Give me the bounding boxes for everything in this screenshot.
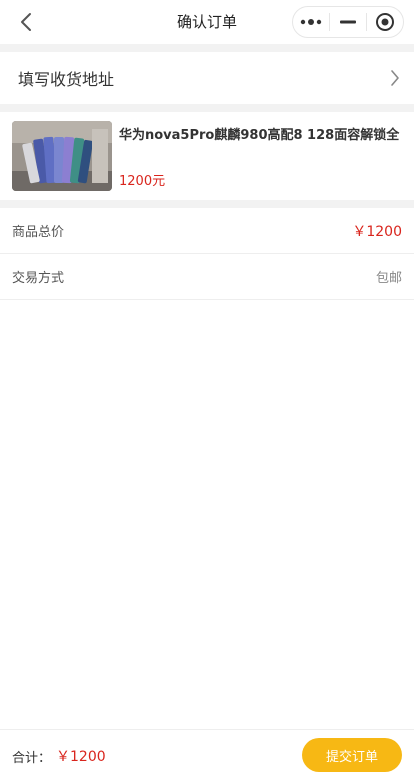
target-circle-icon	[376, 13, 394, 31]
section-gap	[0, 104, 414, 112]
sum-value: ￥1200	[56, 749, 106, 765]
more-button[interactable]	[293, 7, 329, 37]
product-image	[12, 121, 112, 191]
product-title: 华为nova5Pro麒麟980高配8 128面容解锁全	[119, 128, 400, 143]
top-navbar: 确认订单	[0, 0, 414, 44]
minimize-icon	[340, 20, 356, 24]
goods-total-label: 商品总价	[12, 225, 65, 240]
section-gap	[0, 200, 414, 208]
back-button[interactable]	[14, 10, 38, 34]
chevron-right-icon	[391, 70, 399, 86]
more-dots-icon	[300, 19, 322, 25]
trade-method-label: 交易方式	[12, 271, 65, 286]
order-footer: 合计： ￥1200 提交订单	[0, 729, 414, 780]
product-card[interactable]: 华为nova5Pro麒麟980高配8 128面容解锁全 1200元	[0, 112, 414, 200]
goods-total-row: 商品总价 ￥1200	[0, 208, 414, 254]
product-photo	[12, 121, 112, 191]
chevron-left-icon	[21, 13, 31, 31]
goods-total-value: ￥1200	[352, 223, 402, 240]
mini-program-capsule	[292, 6, 404, 38]
trade-method-row: 交易方式 包邮	[0, 254, 414, 300]
section-gap	[0, 44, 414, 52]
submit-order-button[interactable]: 提交订单	[302, 738, 402, 772]
minimize-button[interactable]	[330, 7, 366, 37]
sum-label: 合计：	[12, 751, 52, 766]
close-button[interactable]	[367, 7, 403, 37]
address-label: 填写收货地址	[18, 70, 115, 89]
trade-method-value: 包邮	[375, 271, 402, 286]
address-selector[interactable]: 填写收货地址	[0, 52, 414, 104]
product-price: 1200元	[119, 174, 166, 189]
